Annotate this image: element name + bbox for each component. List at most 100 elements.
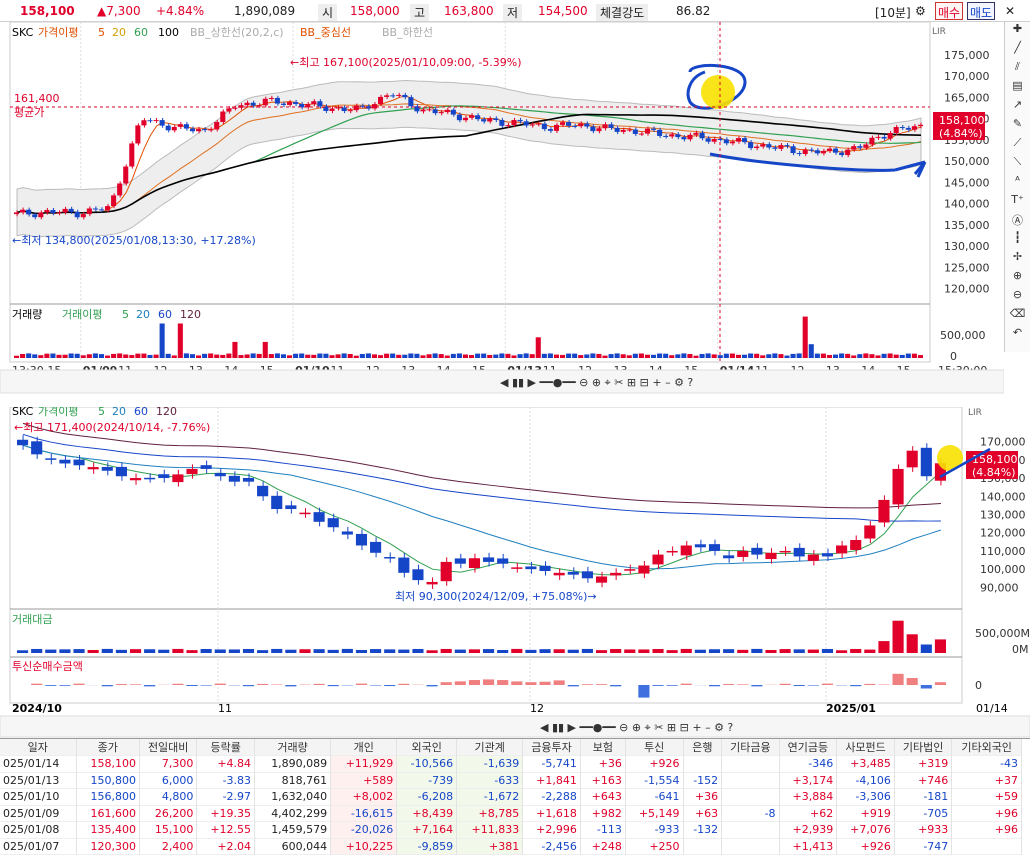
ray-icon[interactable]: ⟋ [1005, 136, 1030, 155]
candle [742, 138, 747, 142]
legend-ma100: 100 [158, 26, 179, 39]
pencil-icon[interactable]: ✎ [1005, 117, 1030, 136]
table-cell: +36 [580, 756, 625, 773]
candle [839, 153, 844, 155]
table-row[interactable]: 025/01/07120,3002,400+2.04600,044+10,225… [0, 838, 1022, 855]
volume-bar [560, 355, 565, 358]
interval-selector[interactable]: [10분] [875, 4, 911, 21]
trust-bar [116, 684, 127, 685]
buy-button[interactable]: 매수 [935, 2, 963, 20]
candle [724, 139, 729, 143]
table-cell: 7,300 [139, 756, 196, 773]
candle [493, 118, 498, 120]
candle [50, 210, 55, 213]
column-header[interactable]: 일자 [0, 739, 76, 756]
volume-bar [317, 354, 322, 358]
scale-toggle[interactable]: LIR [932, 27, 946, 37]
table-cell: 26,200 [139, 805, 196, 822]
candle [129, 143, 134, 166]
table-row[interactable]: 025/01/08135,40015,100+12.551,459,579-20… [0, 822, 1022, 839]
column-header[interactable]: 은행 [683, 739, 722, 756]
trust-bar [314, 684, 325, 685]
trust-bar [243, 685, 254, 686]
table-row[interactable]: 025/01/13150,8006,000-3.83818,761+589-73… [0, 772, 1022, 789]
column-header[interactable]: 기관계 [457, 739, 523, 756]
candle [378, 97, 383, 104]
column-header[interactable]: 전일대비 [139, 739, 196, 756]
undo-icon[interactable]: ↶ [1005, 326, 1030, 345]
intraday-chart[interactable]: 120,000125,000130,000135,000140,000145,0… [0, 22, 1004, 407]
candle [402, 95, 407, 97]
price-tag: 158,100 [939, 114, 985, 127]
candle-icon[interactable]: ┇ [1005, 231, 1030, 250]
close-icon[interactable]: ✕ [1005, 4, 1015, 18]
zoom-out-icon[interactable]: ⊖ [1005, 288, 1030, 307]
cross-icon[interactable]: ✢ [1005, 250, 1030, 269]
text-icon[interactable]: T⁺ [1005, 193, 1030, 212]
volume-bar [238, 355, 243, 358]
amount-bar [342, 649, 353, 653]
column-header[interactable]: 기타외국인 [952, 739, 1022, 756]
candle [384, 95, 389, 97]
table-row[interactable]: 025/01/14158,1007,300+4.841,890,089+11,9… [0, 756, 1022, 773]
line-icon[interactable]: ⟍ [1005, 155, 1030, 174]
lower-scrollbar[interactable] [0, 716, 1030, 737]
volume-bar [627, 355, 632, 358]
amount-bar [102, 649, 113, 653]
crosshair-icon[interactable]: ✚ [1005, 22, 1030, 41]
trust-bar [427, 685, 438, 686]
candle [269, 98, 274, 99]
daily-chart[interactable]: 90,000100,000110,000120,000130,000140,00… [0, 407, 1030, 738]
trust-bar [201, 685, 212, 686]
column-header[interactable]: 개인 [331, 739, 397, 756]
daily-candle [525, 566, 536, 569]
label-icon[interactable]: Ⓐ [1005, 212, 1030, 231]
erase-icon[interactable]: ⌫ [1005, 307, 1030, 326]
volume-bar [693, 356, 698, 358]
table-row[interactable]: 025/01/09161,60026,200+19.354,402,299-16… [0, 805, 1022, 822]
daily-candle [794, 548, 805, 557]
column-header[interactable]: 보험 [580, 739, 625, 756]
upper-nav-controls[interactable]: ◀ ▮▮ ▶ ━━●━━ ⊖ ⊕ ⌖ ✂ ⊞ ⊟ + – ⚙ ? [500, 376, 693, 389]
column-header[interactable]: 등락률 [197, 739, 255, 756]
candle [566, 122, 571, 126]
high-annotation: ←최고 167,100(2025/01/10,09:00, -5.39%) [290, 56, 522, 69]
zoom-in-icon[interactable]: ⊕ [1005, 269, 1030, 288]
column-header[interactable]: 외국인 [397, 739, 457, 756]
table-row[interactable]: 025/01/10156,8004,800-2.971,632,040+8,00… [0, 789, 1022, 806]
volume-bar [766, 354, 771, 358]
arrow-icon[interactable]: ↗ [1005, 98, 1030, 117]
daily-candle [158, 474, 169, 478]
lower-nav-controls[interactable]: ◀ ▮▮ ▶ ━━●━━ ⊖ ⊕ ⌖ ✂ ⊞ ⊟ + – ⚙ ? [540, 721, 733, 734]
table-cell [722, 822, 779, 839]
column-header[interactable]: 사모펀드 [837, 739, 895, 756]
candle [263, 99, 268, 106]
column-header[interactable]: 투신 [625, 739, 683, 756]
volume-bar [105, 356, 110, 358]
trendline-icon[interactable]: ╱ [1005, 41, 1030, 60]
gear-icon[interactable]: ⚙ [915, 4, 926, 18]
table-cell: 6,000 [139, 772, 196, 789]
column-header[interactable]: 종가 [76, 739, 139, 756]
amount-bar [624, 649, 635, 653]
table-cell: -113 [580, 822, 625, 839]
channel-icon[interactable]: ⫽ [1005, 60, 1030, 79]
table-cell: +589 [331, 772, 397, 789]
amount-bar [893, 621, 904, 653]
chart-icon[interactable]: ▤ [1005, 79, 1030, 98]
column-header[interactable]: 금융투자 [523, 739, 581, 756]
sell-button[interactable]: 매도 [967, 2, 995, 20]
column-header[interactable]: 거래량 [255, 739, 331, 756]
lower-y-tick-label: 100,000 [980, 563, 1026, 576]
volume-bar [621, 354, 626, 358]
auto-icon[interactable]: ᴬ [1005, 174, 1030, 193]
candle [342, 107, 347, 111]
candle [524, 121, 529, 125]
volume-bar [809, 344, 814, 358]
column-header[interactable]: 연기금등 [779, 739, 837, 756]
daily-candle [808, 555, 819, 561]
column-header[interactable]: 기타금융 [722, 739, 779, 756]
lower-scale-toggle[interactable]: LIR [968, 408, 982, 418]
candle [56, 212, 61, 213]
column-header[interactable]: 기타법인 [894, 739, 951, 756]
